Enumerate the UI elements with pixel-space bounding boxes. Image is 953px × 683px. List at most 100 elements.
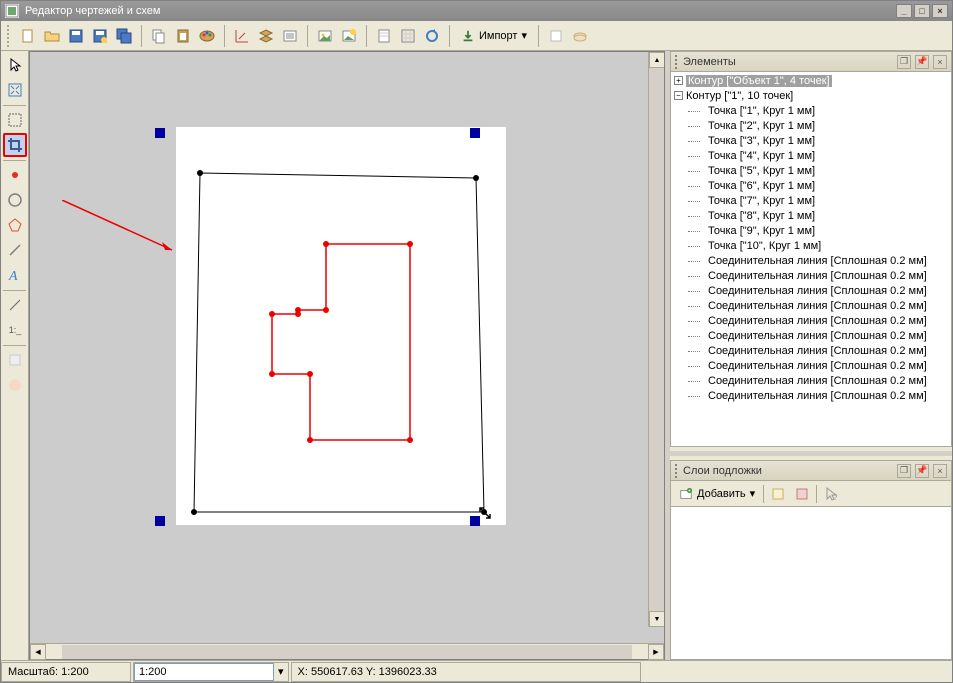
maximize-button[interactable]: □: [914, 4, 930, 18]
expand-icon[interactable]: +: [674, 76, 683, 85]
layer-btn-2[interactable]: [792, 484, 812, 504]
list-button[interactable]: [279, 25, 301, 47]
tree-item[interactable]: Соединительная линия [Сплошная 0.2 мм]: [672, 388, 950, 403]
save-button[interactable]: [65, 25, 87, 47]
toolbar-grip[interactable]: [7, 25, 11, 47]
import-dropdown[interactable]: Импорт ▾: [456, 25, 532, 47]
refresh-button[interactable]: [421, 25, 443, 47]
tree-item[interactable]: Точка ["3", Круг 1 мм]: [672, 133, 950, 148]
palette-button[interactable]: [196, 25, 218, 47]
horizontal-scrollbar[interactable]: ◀ ▶: [30, 643, 664, 659]
tree-item[interactable]: Точка ["5", Круг 1 мм]: [672, 163, 950, 178]
elements-tree[interactable]: + Контур ["Объект 1", 4 точек] − Контур …: [671, 72, 951, 446]
save-all-button[interactable]: [113, 25, 135, 47]
tree-item[interactable]: Соединительная линия [Сплошная 0.2 мм]: [672, 313, 950, 328]
vertical-scrollbar[interactable]: ▲ ▼: [648, 52, 664, 627]
collapse-icon[interactable]: −: [674, 91, 683, 100]
tree-item[interactable]: Соединительная линия [Сплошная 0.2 мм]: [672, 373, 950, 388]
extra-button-1[interactable]: [545, 25, 567, 47]
tree-item[interactable]: Точка ["9", Круг 1 мм]: [672, 223, 950, 238]
minimize-button[interactable]: _: [896, 4, 912, 18]
polygon-tool[interactable]: [3, 213, 27, 237]
fit-tool[interactable]: [3, 78, 27, 102]
panel-pin-button[interactable]: 📌: [915, 464, 929, 478]
scroll-up-button[interactable]: ▲: [649, 52, 664, 68]
scroll-left-button[interactable]: ◀: [30, 644, 46, 660]
point-tool[interactable]: [3, 163, 27, 187]
paste-button[interactable]: [172, 25, 194, 47]
grid-button[interactable]: [397, 25, 419, 47]
panel-restore-button[interactable]: ❐: [897, 55, 911, 69]
titlebar: Редактор чертежей и схем _ □ ×: [1, 1, 952, 21]
pointer-tool[interactable]: [3, 53, 27, 77]
horizontal-splitter[interactable]: [670, 451, 952, 456]
selection-handle-se[interactable]: [470, 516, 480, 526]
circle-tool[interactable]: [3, 188, 27, 212]
tree-item[interactable]: Точка ["6", Круг 1 мм]: [672, 178, 950, 193]
blank-tool-2[interactable]: [3, 373, 27, 397]
coordinates-display: X: 550617.63 Y: 1396023.33: [291, 662, 641, 682]
dimension-tool[interactable]: 1:_: [3, 318, 27, 342]
tree-item[interactable]: Соединительная линия [Сплошная 0.2 мм]: [672, 358, 950, 373]
panel-grip[interactable]: [675, 464, 679, 478]
svg-text:A: A: [8, 269, 18, 283]
tree-item[interactable]: Соединительная линия [Сплошная 0.2 мм]: [672, 283, 950, 298]
document-button[interactable]: [373, 25, 395, 47]
layers-panel-title: Слои подложки: [683, 465, 893, 477]
open-button[interactable]: [41, 25, 63, 47]
canvas-area: ▲ ▼ ◀ ▶: [29, 51, 665, 660]
image-button[interactable]: [314, 25, 336, 47]
blank-tool-1[interactable]: [3, 348, 27, 372]
panel-close-button[interactable]: ×: [933, 464, 947, 478]
chevron-down-icon[interactable]: ▾: [274, 665, 288, 678]
panel-pin-button[interactable]: 📌: [915, 55, 929, 69]
line-tool[interactable]: [3, 238, 27, 262]
layer-cursor-button[interactable]: ?: [821, 484, 841, 504]
tree-item[interactable]: Соединительная линия [Сплошная 0.2 мм]: [672, 343, 950, 358]
new-button[interactable]: [17, 25, 39, 47]
image-settings-button[interactable]: [338, 25, 360, 47]
selection-handle-nw[interactable]: [155, 128, 165, 138]
tree-item[interactable]: Соединительная линия [Сплошная 0.2 мм]: [672, 298, 950, 313]
tree-item[interactable]: Точка ["7", Круг 1 мм]: [672, 193, 950, 208]
selection-handle-sw[interactable]: [155, 516, 165, 526]
scale-label: Масштаб: 1:200: [1, 662, 131, 682]
app-icon: [5, 4, 19, 18]
tree-item[interactable]: Точка ["10", Круг 1 мм]: [672, 238, 950, 253]
main-toolbar: Импорт ▾: [1, 21, 952, 51]
tree-item[interactable]: Точка ["1", Круг 1 мм]: [672, 103, 950, 118]
tree-root-2[interactable]: − Контур ["1", 10 точек]: [672, 88, 950, 103]
tree-item[interactable]: Точка ["8", Круг 1 мм]: [672, 208, 950, 223]
tree-item[interactable]: Соединительная линия [Сплошная 0.2 мм]: [672, 328, 950, 343]
save-as-button[interactable]: [89, 25, 111, 47]
panel-grip[interactable]: [675, 55, 679, 69]
copy-button[interactable]: [148, 25, 170, 47]
import-label: Импорт: [479, 30, 517, 42]
tree-root-1[interactable]: + Контур ["Объект 1", 4 точек]: [672, 73, 950, 88]
layers-panel: Слои подложки ❐ 📌 × + Добавить ▾ ?: [670, 460, 952, 660]
extra-button-2[interactable]: [569, 25, 591, 47]
scale-input[interactable]: [134, 663, 274, 681]
close-button[interactable]: ×: [932, 4, 948, 18]
axes-button[interactable]: [231, 25, 253, 47]
pen-tool[interactable]: [3, 293, 27, 317]
canvas[interactable]: ▲ ▼: [30, 52, 664, 643]
tree-item[interactable]: Соединительная линия [Сплошная 0.2 мм]: [672, 253, 950, 268]
tree-item[interactable]: Соединительная линия [Сплошная 0.2 мм]: [672, 268, 950, 283]
layers-button[interactable]: [255, 25, 277, 47]
panel-restore-button[interactable]: ❐: [897, 464, 911, 478]
scroll-right-button[interactable]: ▶: [648, 644, 664, 660]
text-tool[interactable]: A: [3, 263, 27, 287]
svg-text:+: +: [688, 488, 691, 494]
tree-item[interactable]: Точка ["2", Круг 1 мм]: [672, 118, 950, 133]
add-layer-button[interactable]: + Добавить ▾: [675, 484, 759, 504]
chevron-down-icon: ▾: [521, 29, 527, 42]
tree-item[interactable]: Точка ["4", Круг 1 мм]: [672, 148, 950, 163]
rect-select-tool[interactable]: [3, 108, 27, 132]
layers-list[interactable]: [671, 507, 951, 659]
crop-tool[interactable]: [3, 133, 27, 157]
layer-btn-1[interactable]: [768, 484, 788, 504]
selection-handle-ne[interactable]: [470, 128, 480, 138]
panel-close-button[interactable]: ×: [933, 55, 947, 69]
scroll-down-button[interactable]: ▼: [649, 611, 664, 627]
